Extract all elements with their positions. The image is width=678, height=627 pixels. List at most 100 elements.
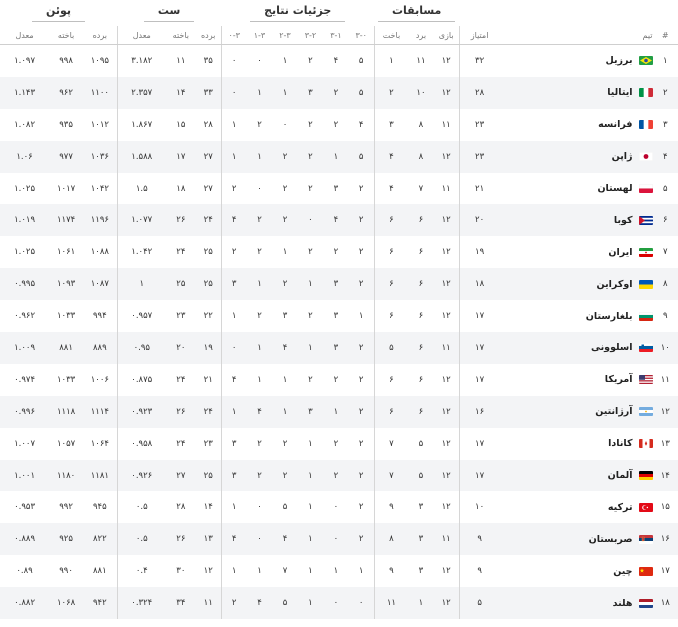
sets-won-cell: ۱۳	[195, 523, 222, 556]
rank-cell: ۱	[662, 55, 668, 66]
result-3-0-cell: ۲	[358, 183, 364, 194]
result-0-3-cell: ۰	[220, 332, 247, 364]
sets-won-cell: ۲۴	[195, 395, 222, 428]
won-cell: ۵	[418, 438, 424, 449]
canada-flag-icon	[638, 439, 653, 449]
score-cell: ۹	[458, 523, 500, 556]
team-cell: آمریکا	[500, 364, 653, 396]
sets-won-cell: ۲۵	[195, 268, 222, 301]
sets-ratio-cell: ۲.۳۵۷	[116, 76, 166, 109]
team-cell: ایران	[500, 236, 653, 268]
points-won-cell: ۹۹۴	[92, 311, 107, 322]
points-lost-cell: ۹۹۸	[59, 55, 73, 66]
team-name: صربستان	[588, 533, 633, 545]
result-1-3-cell: ۴	[246, 587, 273, 620]
result-3-2-cell: ۲	[297, 140, 324, 173]
points-won-cell: ۱۱۱۴	[83, 395, 118, 428]
table-row: ۸ اوکراین ۱۸ ۱۲ ۶ ۶ ۲ ۳ ۱ ۲ ۱ ۳ ۲۵ ۲۵ ۱ ۱۰۸۷ ۱۰۹۳ ۰.۹۹۵	[0, 268, 678, 301]
score-cell: ۱۷	[458, 332, 500, 364]
result-1-3-cell: ۰	[246, 523, 273, 556]
won-cell: ۶	[408, 204, 434, 237]
result-0-3-cell: ۲	[220, 236, 247, 269]
points-lost-cell: ۹۷۷	[49, 140, 84, 173]
points-lost-cell: ۱۰۹۳	[49, 268, 84, 301]
france-flag-icon	[638, 120, 653, 130]
rank-cell: ۱۴	[652, 459, 678, 492]
team-cell: برزیل	[500, 45, 653, 77]
sets-ratio-cell: ۰.۹۲۶	[116, 459, 166, 492]
result-3-2-cell: ۱	[308, 438, 313, 449]
sets-ratio-cell: ۱.۵۸۸	[116, 140, 166, 173]
result-0-3-cell: ۲	[220, 172, 247, 205]
result-3-2-cell: ۲	[308, 374, 313, 385]
sets-lost-cell: ۲۵	[165, 268, 196, 301]
won-cell: ۷	[418, 183, 424, 194]
points-ratio-cell: ۰.۸۸۹	[0, 523, 50, 556]
rank-cell: ۴	[652, 140, 678, 173]
team-name: ایران	[608, 246, 633, 258]
points-ratio-cell: ۰.۸۸۲	[0, 587, 50, 620]
result-3-2-cell: ۱	[297, 587, 324, 620]
lost-cell: ۲	[373, 76, 409, 109]
col-r03: ۰-۳	[220, 26, 247, 45]
result-2-3-cell: ۳	[282, 311, 288, 322]
result-3-0-cell: ۴	[358, 119, 364, 130]
team-name: لهستان	[597, 183, 633, 194]
played-cell: ۱۲	[433, 459, 460, 492]
result-0-3-cell: ۳	[220, 268, 247, 301]
result-1-3-cell: ۲	[257, 311, 262, 322]
result-3-2-cell: ۲	[308, 247, 313, 258]
score-cell: ۵	[458, 587, 500, 620]
col-r23: ۲-۳	[272, 26, 298, 45]
table-row: ۷ ایران ۱۹ ۱۲ ۶ ۶ ۲ ۲ ۲ ۱ ۲ ۲ ۲۵ ۲۴ ۱.۰۴۲ ۱۰۸۸ ۱۰۶۱ ۱.۰۲۵	[0, 236, 678, 269]
score-cell: ۱۷	[458, 300, 500, 333]
col-pts-won: برده	[83, 26, 118, 45]
result-3-2-cell: ۱	[308, 566, 313, 577]
sets-won-cell: ۲۴	[195, 204, 222, 237]
team-name: ژاپن	[611, 151, 633, 163]
won-cell: ۶	[408, 332, 434, 364]
sets-lost-cell: ۱۱	[176, 55, 186, 66]
lost-cell: ۶	[373, 363, 409, 396]
argentina-flag-icon	[638, 407, 653, 417]
result-3-1-cell: ۰	[323, 587, 349, 620]
points-won-cell: ۱۰۴۲	[90, 183, 109, 194]
col-score: امتیاز	[458, 26, 500, 45]
result-3-2-cell: ۱	[297, 332, 324, 364]
won-cell: ۸	[408, 140, 434, 173]
sets-lost-cell: ۲۸	[176, 502, 186, 513]
won-cell: ۶	[408, 268, 434, 301]
result-2-3-cell: ۲	[272, 268, 298, 301]
result-2-3-cell: ۱	[272, 395, 298, 428]
result-3-0-cell: ۵	[348, 140, 375, 173]
result-3-0-cell: ۰	[348, 587, 375, 620]
result-3-1-cell: ۴	[323, 204, 349, 237]
points-ratio-cell: ۱.۱۴۳	[0, 76, 50, 109]
points-won-cell: ۱۰۹۵	[90, 55, 109, 66]
standings-body: ۱ برزیل ۳۲ ۱۲ ۱۱ ۱ ۵ ۴ ۲ ۱ ۰ ۰ ۳۵ ۱۱ ۳.۱۸۲ ۱۰۹۵ ۹۹۸ ۱.۰۹۷…	[0, 44, 678, 620]
rank-cell: ۶	[652, 204, 678, 237]
result-3-0-cell: ۲	[348, 204, 375, 237]
played-cell: ۱۲	[441, 566, 451, 577]
won-cell: ۶	[408, 395, 434, 428]
table-row: ۱۵ ترکیه ۱۰ ۱۲ ۳ ۹ ۲ ۰ ۱ ۵ ۰ ۱ ۱۴ ۲۸ ۰.۵ ۹۴۵ ۹۹۲ ۰.۹۵۳	[0, 491, 678, 524]
sets-won-cell: ۱۱	[195, 587, 222, 620]
sets-won-cell: ۲۱	[203, 374, 213, 385]
table-row: ۱۴ آلمان ۱۷ ۱۲ ۵ ۷ ۲ ۲ ۱ ۲ ۲ ۳ ۲۵ ۲۷ ۰.۹۲۶ ۱۱۸۱ ۱۱۸۰ ۱.۰۰…	[0, 459, 678, 492]
won-cell: ۶	[418, 311, 424, 322]
points-ratio-cell: ۰.۸۹	[16, 566, 33, 577]
turkey-flag-icon	[638, 502, 653, 512]
points-lost-cell: ۱۱۱۸	[49, 395, 84, 428]
lost-cell: ۴	[373, 172, 409, 205]
col-num: #	[652, 26, 678, 45]
points-ratio-cell: ۰.۹۹۶	[0, 395, 50, 428]
sets-lost-cell: ۱۴	[165, 76, 196, 109]
played-cell: ۱۲	[441, 247, 451, 258]
result-1-3-cell: ۱	[246, 332, 273, 364]
played-cell: ۱۲	[433, 204, 460, 237]
sets-won-cell: ۲۳	[203, 438, 213, 449]
italy-flag-icon	[638, 88, 653, 98]
table-row: ۵ لهستان ۲۱ ۱۱ ۷ ۴ ۲ ۳ ۲ ۲ ۰ ۲ ۲۷ ۱۸ ۱.۵ ۱۰۴۲ ۱۰۱۷ ۱.۰۲۵	[0, 172, 678, 205]
played-cell: ۱۱	[433, 332, 460, 364]
sets-won-cell: ۲۵	[195, 459, 222, 492]
